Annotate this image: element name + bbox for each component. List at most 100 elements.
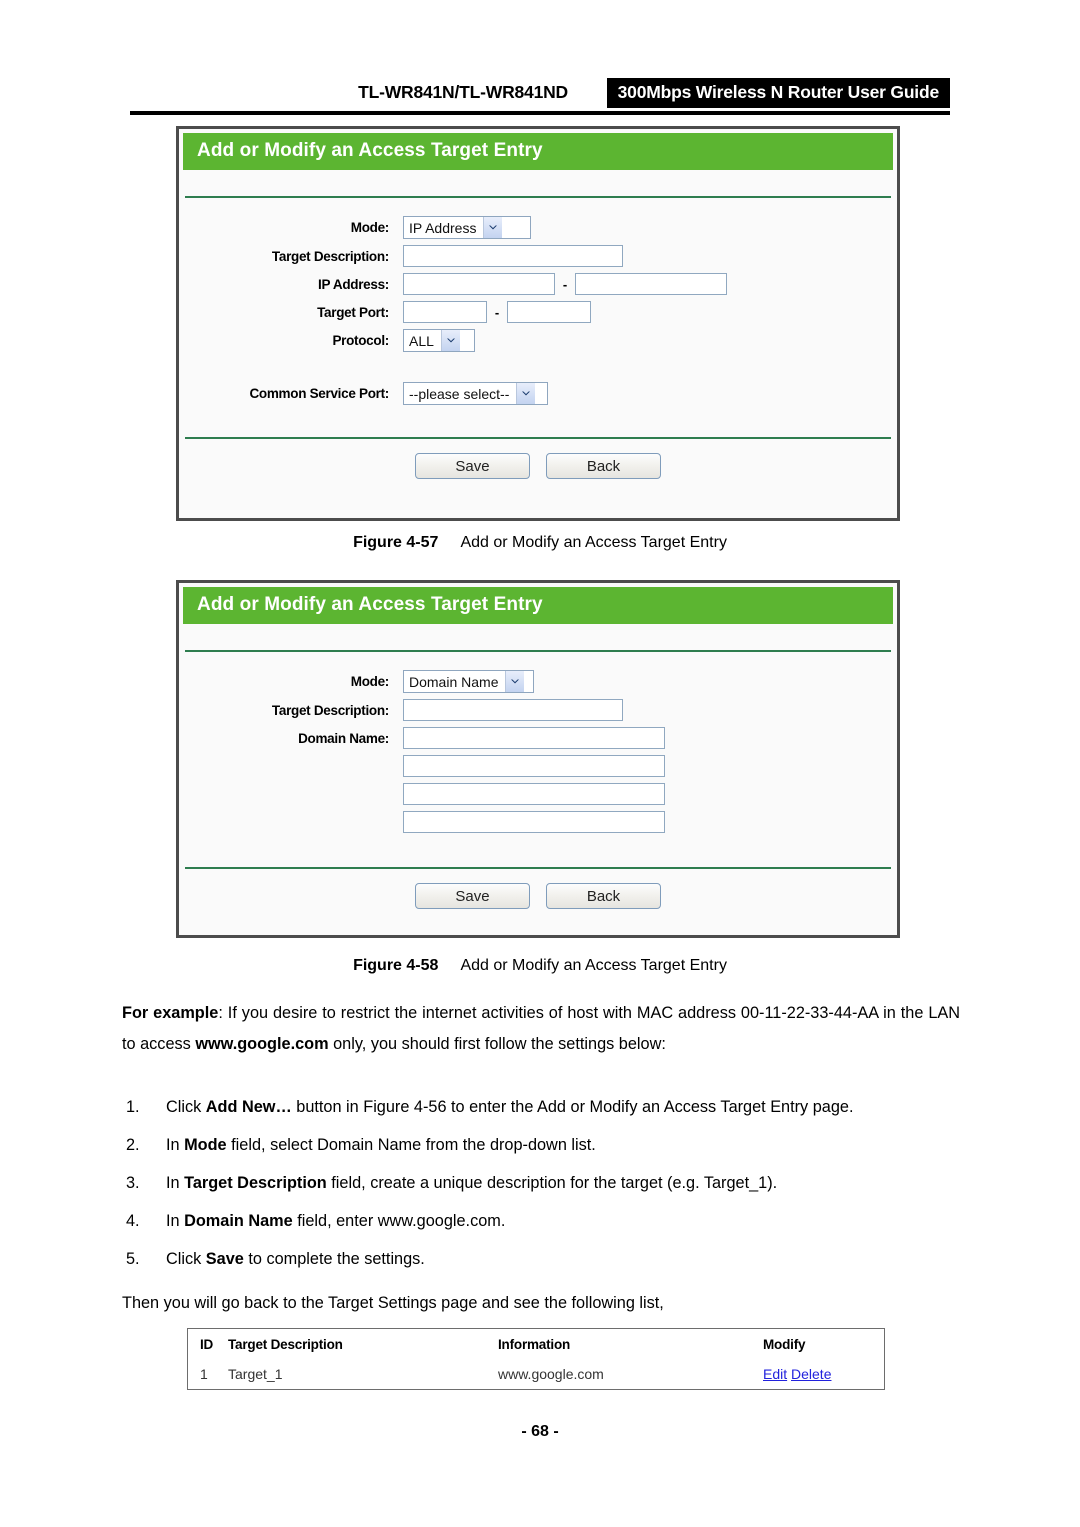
ip-range-dash: -: [562, 276, 568, 292]
label-mode: Mode:: [350, 674, 390, 689]
example-domain-link: www.google.com: [195, 1035, 329, 1053]
row-mode-domain: Mode: Domain Name: [183, 670, 893, 693]
row-ip-address: IP Address: -: [183, 273, 893, 295]
target-description-input[interactable]: [403, 699, 623, 721]
panel-add-modify-target-ip: Add or Modify an Access Target Entry Mod…: [176, 126, 900, 521]
header-rule: [130, 111, 950, 115]
save-button[interactable]: Save: [415, 883, 530, 909]
row-domain-name-4: [183, 811, 893, 833]
chevron-down-icon: [516, 383, 536, 404]
step-pre: In: [166, 1136, 185, 1154]
label-target-description: Target Description:: [271, 702, 389, 718]
step-post: to complete the settings.: [243, 1250, 425, 1268]
mode-select-value: IP Address: [409, 220, 477, 236]
label-ip-address: IP Address:: [318, 276, 389, 292]
caption-figure-4-58: Figure 4-58 Add or Modify an Access Targ…: [0, 957, 1080, 975]
column-header-information: Information: [498, 1336, 571, 1352]
page-footer: - 68 -: [521, 1423, 559, 1440]
row-target-description-domain: Target Description:: [183, 699, 893, 721]
list-item: 2. In Mode field, select Domain Name fro…: [122, 1130, 960, 1161]
step-post: field, select Domain Name from the drop-…: [226, 1136, 596, 1154]
step-text: In Domain Name field, enter www.google.c…: [166, 1206, 960, 1237]
steps-list: 1. Click Add New… button in Figure 4-56 …: [122, 1092, 960, 1282]
row-target-port: Target Port: -: [183, 301, 893, 323]
ip-address-end-input[interactable]: [575, 273, 727, 295]
edit-link[interactable]: Edit: [763, 1366, 787, 1382]
back-button[interactable]: Back: [546, 453, 661, 479]
delete-link[interactable]: Delete: [791, 1366, 831, 1382]
table-row: 1 Target_1 www.google.com Edit Delete: [188, 1359, 884, 1389]
caption-458-text: Add or Modify an Access Target Entry: [460, 957, 727, 974]
port-range-dash: -: [494, 304, 500, 320]
step-pre: Click: [166, 1098, 206, 1116]
step-bold: Save: [205, 1250, 244, 1268]
domain-name-input-1[interactable]: [403, 727, 665, 749]
row-domain-name-3: [183, 783, 893, 805]
chevron-down-icon: [440, 330, 460, 351]
step-number: 3.: [126, 1174, 140, 1192]
protocol-select[interactable]: ALL: [403, 329, 475, 352]
back-button[interactable]: Back: [546, 883, 661, 909]
label-common-service-port: Common Service Port:: [249, 386, 389, 401]
caption-457-text: Add or Modify an Access Target Entry: [460, 534, 727, 551]
panel-ip-form: Mode: IP Address Target Description: IP …: [183, 198, 893, 405]
cell-modify: Edit Delete: [763, 1366, 883, 1382]
step-post: field, create a unique description for t…: [326, 1174, 778, 1192]
panel-ip-button-bar: Save Back: [183, 439, 893, 479]
chevron-down-icon: [483, 217, 503, 238]
then-paragraph: Then you will go back to the Target Sett…: [122, 1294, 664, 1312]
row-target-description: Target Description:: [183, 245, 893, 267]
protocol-select-value: ALL: [409, 333, 434, 349]
panel-add-modify-target-domain: Add or Modify an Access Target Entry Mod…: [176, 580, 900, 938]
mode-select-value: Domain Name: [409, 674, 499, 690]
domain-name-input-2[interactable]: [403, 755, 665, 777]
step-pre: In: [166, 1174, 185, 1192]
label-target-description: Target Description:: [271, 248, 389, 264]
cell-id: 1: [200, 1366, 208, 1382]
step-text: Click Add New… button in Figure 4-56 to …: [166, 1092, 960, 1123]
panel-domain-button-bar: Save Back: [183, 869, 893, 909]
mode-select[interactable]: IP Address: [403, 216, 531, 239]
target-port-start-input[interactable]: [403, 301, 487, 323]
step-post: button in Figure 4-56 to enter the Add o…: [291, 1098, 854, 1116]
panel-domain-spacer: [183, 624, 893, 650]
save-button[interactable]: Save: [415, 453, 530, 479]
caption-457-number: Figure 4-57: [353, 534, 439, 551]
chevron-down-icon: [505, 671, 525, 692]
column-header-id: ID: [200, 1336, 214, 1352]
page-header: TL-WR841N/TL-WR841ND 300Mbps Wireless N …: [130, 78, 950, 110]
mode-select[interactable]: Domain Name: [403, 670, 534, 693]
row-mode: Mode: IP Address: [183, 216, 893, 239]
label-mode: Mode:: [350, 220, 390, 235]
step-text: Click Save to complete the settings.: [166, 1244, 960, 1275]
cell-information: www.google.com: [498, 1366, 604, 1382]
domain-name-input-3[interactable]: [403, 783, 665, 805]
row-domain-name-1: Domain Name:: [183, 727, 893, 749]
row-domain-name-2: [183, 755, 893, 777]
column-header-target-description: Target Description: [228, 1336, 343, 1352]
domain-name-input-4[interactable]: [403, 811, 665, 833]
header-product-title: 300Mbps Wireless N Router User Guide: [606, 78, 950, 108]
row-common-service-port: Common Service Port: --please select--: [183, 382, 893, 405]
panel-ip-title: Add or Modify an Access Target Entry: [183, 133, 893, 170]
step-bold: Target Description: [184, 1174, 327, 1192]
target-settings-table: ID Target Description Information Modify…: [187, 1328, 885, 1390]
step-number: 1.: [126, 1098, 140, 1116]
target-description-input[interactable]: [403, 245, 623, 267]
common-service-port-select[interactable]: --please select--: [403, 382, 548, 405]
step-number: 4.: [126, 1212, 140, 1230]
target-port-end-input[interactable]: [507, 301, 591, 323]
example-paragraph: For example: If you desire to restrict t…: [122, 998, 960, 1060]
step-bold: Mode: [184, 1136, 227, 1154]
ip-address-start-input[interactable]: [403, 273, 555, 295]
step-number: 5.: [126, 1250, 140, 1268]
step-text: In Target Description field, create a un…: [166, 1168, 960, 1199]
column-header-modify: Modify: [763, 1336, 806, 1352]
step-text: In Mode field, select Domain Name from t…: [166, 1130, 960, 1161]
caption-figure-4-57: Figure 4-57 Add or Modify an Access Targ…: [0, 534, 1080, 552]
common-service-port-value: --please select--: [409, 386, 510, 402]
step-bold: Add New…: [205, 1098, 292, 1116]
step-post: field, enter www.google.com.: [292, 1212, 506, 1230]
list-item: 4. In Domain Name field, enter www.googl…: [122, 1206, 960, 1237]
panel-domain-title: Add or Modify an Access Target Entry: [183, 587, 893, 624]
